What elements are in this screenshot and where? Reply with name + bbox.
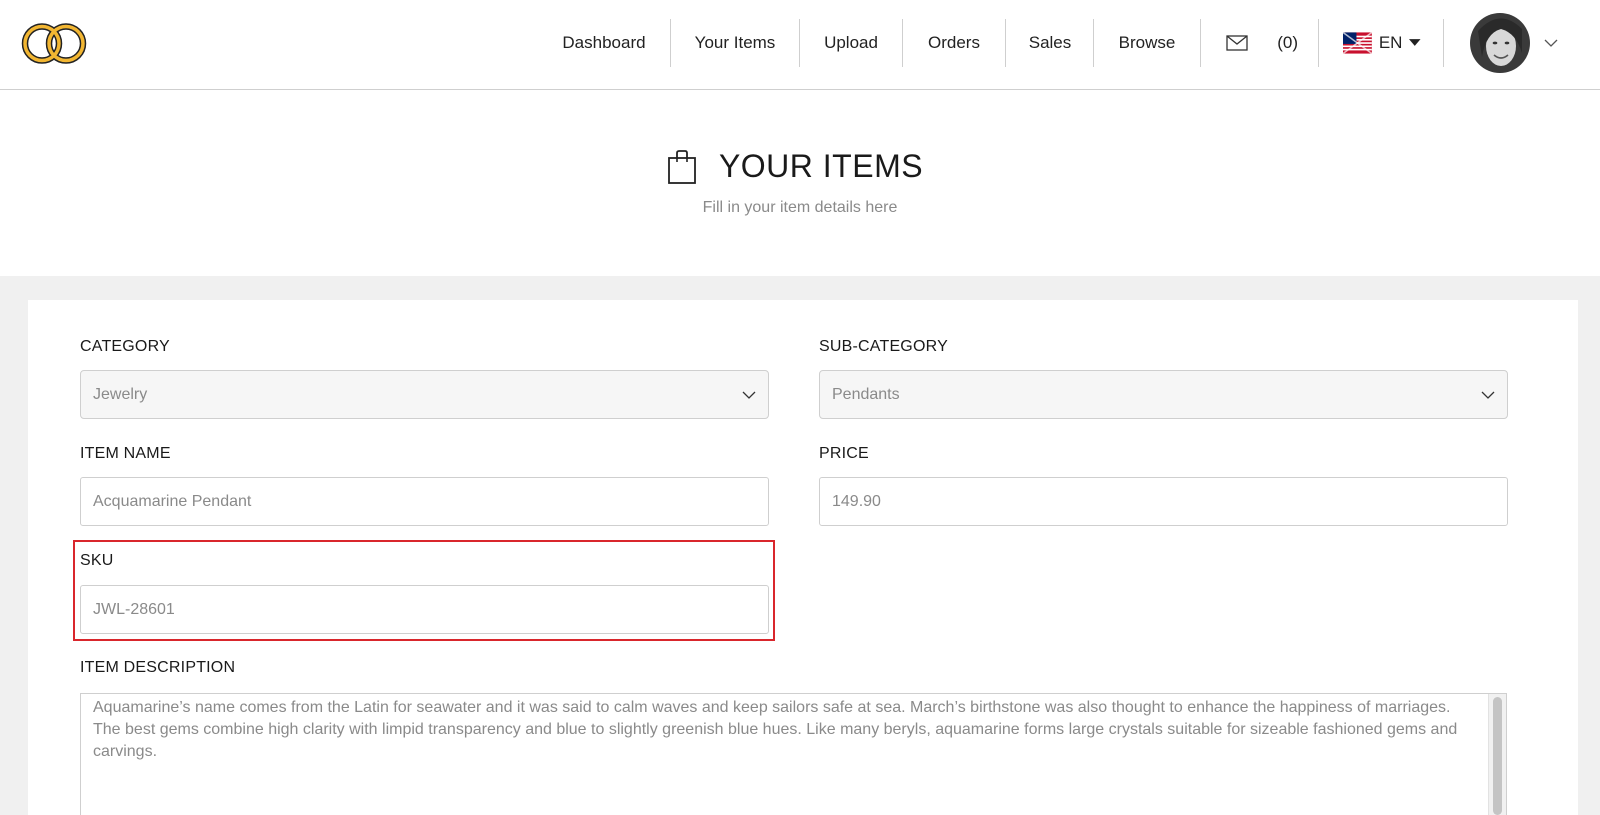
sku-input[interactable]: JWL-28601 bbox=[80, 585, 769, 634]
nav-divider bbox=[670, 19, 671, 67]
language-selector[interactable]: EN bbox=[1343, 19, 1421, 67]
sku-value: JWL-28601 bbox=[93, 600, 175, 618]
chevron-down-icon bbox=[742, 391, 756, 399]
user-avatar[interactable] bbox=[1469, 13, 1531, 73]
page-heading: YOUR ITEMS bbox=[0, 148, 1600, 185]
description-scrollbar[interactable] bbox=[1488, 694, 1506, 815]
avatar-image bbox=[1470, 13, 1530, 73]
nav-divider bbox=[1093, 19, 1094, 67]
category-label: CATEGORY bbox=[80, 338, 170, 355]
nav-divider bbox=[799, 19, 800, 67]
nav-sales[interactable]: Sales bbox=[1014, 19, 1086, 67]
nav-dashboard[interactable]: Dashboard bbox=[548, 19, 660, 67]
page-title: YOUR ITEMS bbox=[718, 148, 924, 184]
price-label: PRICE bbox=[819, 445, 869, 462]
nav-divider bbox=[1005, 19, 1006, 67]
nav-divider bbox=[1443, 19, 1444, 67]
messages-count: (0) bbox=[1277, 33, 1298, 52]
nav-divider bbox=[902, 19, 903, 67]
item-name-input[interactable]: Acquamarine Pendant bbox=[80, 477, 769, 526]
sku-label: SKU bbox=[80, 552, 114, 569]
sub-category-value: Pendants bbox=[832, 385, 900, 403]
nav-divider bbox=[1200, 19, 1201, 67]
mail-icon bbox=[1226, 35, 1248, 51]
nav-upload[interactable]: Upload bbox=[808, 19, 894, 67]
item-description-textarea[interactable]: Aquamarine’s name comes from the Latin f… bbox=[80, 693, 1507, 815]
shopping-bag-icon bbox=[668, 149, 696, 184]
nav-browse[interactable]: Browse bbox=[1102, 19, 1192, 67]
nav-your-items[interactable]: Your Items bbox=[680, 19, 790, 67]
category-select[interactable]: Jewelry bbox=[80, 370, 769, 419]
chevron-down-icon bbox=[1481, 391, 1495, 399]
nav-divider bbox=[1318, 19, 1319, 67]
messages-button[interactable]: (0) bbox=[1226, 19, 1298, 67]
main-nav: Dashboard Your Items Upload Orders Sales… bbox=[0, 13, 1600, 73]
top-header: Dashboard Your Items Upload Orders Sales… bbox=[0, 0, 1600, 90]
item-description-label: ITEM DESCRIPTION bbox=[80, 659, 236, 676]
price-input[interactable]: 149.90 bbox=[819, 477, 1508, 526]
price-value: 149.90 bbox=[832, 492, 881, 510]
us-flag-icon bbox=[1343, 32, 1372, 54]
item-name-value: Acquamarine Pendant bbox=[93, 492, 252, 510]
caret-down-icon bbox=[1409, 39, 1421, 46]
page-subtitle: Fill in your item details here bbox=[702, 199, 898, 216]
sub-category-label: SUB-CATEGORY bbox=[819, 338, 948, 355]
item-name-label: ITEM NAME bbox=[80, 445, 171, 462]
account-menu-chevron-down-icon[interactable] bbox=[1544, 39, 1558, 47]
scrollbar-thumb[interactable] bbox=[1493, 697, 1502, 815]
category-value: Jewelry bbox=[93, 385, 148, 403]
nav-orders[interactable]: Orders bbox=[912, 19, 996, 67]
sub-category-select[interactable]: Pendants bbox=[819, 370, 1508, 419]
language-label: EN bbox=[1378, 33, 1403, 52]
